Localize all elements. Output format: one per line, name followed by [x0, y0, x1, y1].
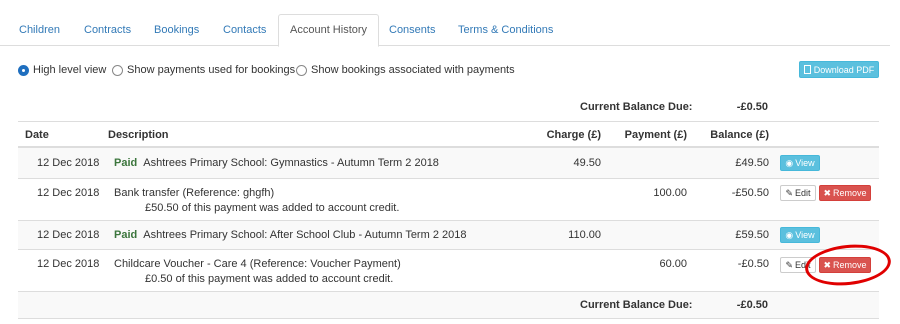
view-button[interactable]: ◉ View	[780, 227, 820, 243]
row-payment: 60.00	[659, 258, 687, 270]
tab-consents[interactable]: Consents	[378, 14, 446, 46]
row-description-text: Ashtrees Primary School: Gymnastics - Au…	[143, 157, 439, 169]
radio-button-selected[interactable]	[18, 64, 29, 76]
tab-account-history[interactable]: Account History	[278, 14, 380, 47]
row-note: £50.50 of this payment was added to acco…	[145, 202, 400, 214]
edit-button[interactable]: ✎ Edit	[780, 257, 816, 273]
edit-label: Edit	[795, 188, 811, 198]
row-divider	[18, 178, 879, 179]
tab-contacts[interactable]: Contacts	[212, 14, 277, 46]
column-header-date: Date	[25, 129, 49, 141]
column-header-payment: Payment (£)	[624, 129, 687, 141]
column-header-balance: Balance (£)	[710, 129, 769, 141]
row-balance: -£50.50	[731, 187, 769, 199]
current-balance-label: Current Balance Due:	[580, 299, 693, 311]
download-pdf-label: Download PDF	[813, 64, 875, 75]
pencil-icon: ✎	[785, 259, 794, 270]
row-description: Paid Ashtrees Primary School: After Schoo…	[114, 229, 466, 241]
paid-label: Paid	[114, 157, 138, 169]
table-bottom-border	[18, 318, 879, 319]
row-description: Bank transfer (Reference: ghgfh)	[114, 187, 275, 199]
radio-button[interactable]	[296, 64, 307, 76]
row-divider	[18, 249, 879, 250]
row-description: Paid Ashtrees Primary School: Gymnastics …	[114, 157, 439, 169]
row-balance: -£0.50	[737, 258, 769, 270]
row-date: 12 Dec 2018	[37, 258, 100, 270]
tab-terms-and-conditions[interactable]: Terms & Conditions	[447, 14, 564, 46]
row-balance: £49.50	[735, 157, 769, 169]
tab-bar: Children Contracts Bookings Contacts Acc…	[0, 0, 900, 47]
tab-contracts[interactable]: Contracts	[73, 14, 142, 46]
paid-label: Paid	[114, 229, 138, 241]
download-pdf-button[interactable]: Download PDF	[799, 61, 879, 78]
row-date: 12 Dec 2018	[37, 157, 100, 169]
row-balance: £59.50	[735, 229, 769, 241]
radio-button[interactable]	[112, 64, 123, 76]
row-charge: 49.50	[573, 157, 601, 169]
current-balance-value: -£0.50	[736, 299, 768, 311]
view-label: View	[795, 230, 815, 240]
times-icon: ✖	[823, 187, 832, 198]
radio-show-bookings-associated[interactable]: Show bookings associated with payments	[296, 63, 515, 77]
radio-label: Show payments used for bookings	[127, 64, 296, 76]
radio-show-payments-used[interactable]: Show payments used for bookings	[112, 63, 295, 77]
edit-label: Edit	[795, 260, 811, 270]
edit-button[interactable]: ✎ Edit	[780, 185, 816, 201]
row-payment: 100.00	[653, 187, 687, 199]
table-top-border	[18, 121, 879, 122]
row-note: £0.50 of this payment was added to accou…	[145, 273, 394, 285]
row-date: 12 Dec 2018	[37, 187, 100, 199]
current-balance-value: -£0.50	[736, 101, 768, 113]
remove-label: Remove	[833, 260, 867, 270]
remove-button[interactable]: ✖ Remove	[819, 257, 871, 273]
view-label: View	[795, 158, 815, 168]
remove-label: Remove	[833, 188, 867, 198]
view-button[interactable]: ◉ View	[780, 155, 820, 171]
tab-children[interactable]: Children	[8, 14, 71, 46]
eye-icon: ◉	[785, 157, 794, 168]
tab-bookings[interactable]: Bookings	[143, 14, 210, 46]
radio-label: Show bookings associated with payments	[311, 64, 515, 76]
row-date: 12 Dec 2018	[37, 229, 100, 241]
radio-high-level-view[interactable]: High level view	[18, 63, 106, 77]
eye-icon: ◉	[785, 229, 794, 240]
column-header-charge: Charge (£)	[546, 129, 601, 141]
times-icon: ✖	[823, 259, 832, 270]
row-charge: 110.00	[568, 229, 601, 241]
current-balance-label: Current Balance Due:	[580, 101, 693, 113]
pencil-icon: ✎	[785, 187, 794, 198]
column-header-description: Description	[108, 129, 169, 141]
radio-label: High level view	[33, 64, 107, 76]
row-description-text: Ashtrees Primary School: After School Cl…	[143, 229, 467, 241]
row-description: Childcare Voucher - Care 4 (Reference: V…	[114, 258, 401, 270]
file-pdf-icon	[803, 65, 811, 74]
remove-button[interactable]: ✖ Remove	[819, 185, 871, 201]
